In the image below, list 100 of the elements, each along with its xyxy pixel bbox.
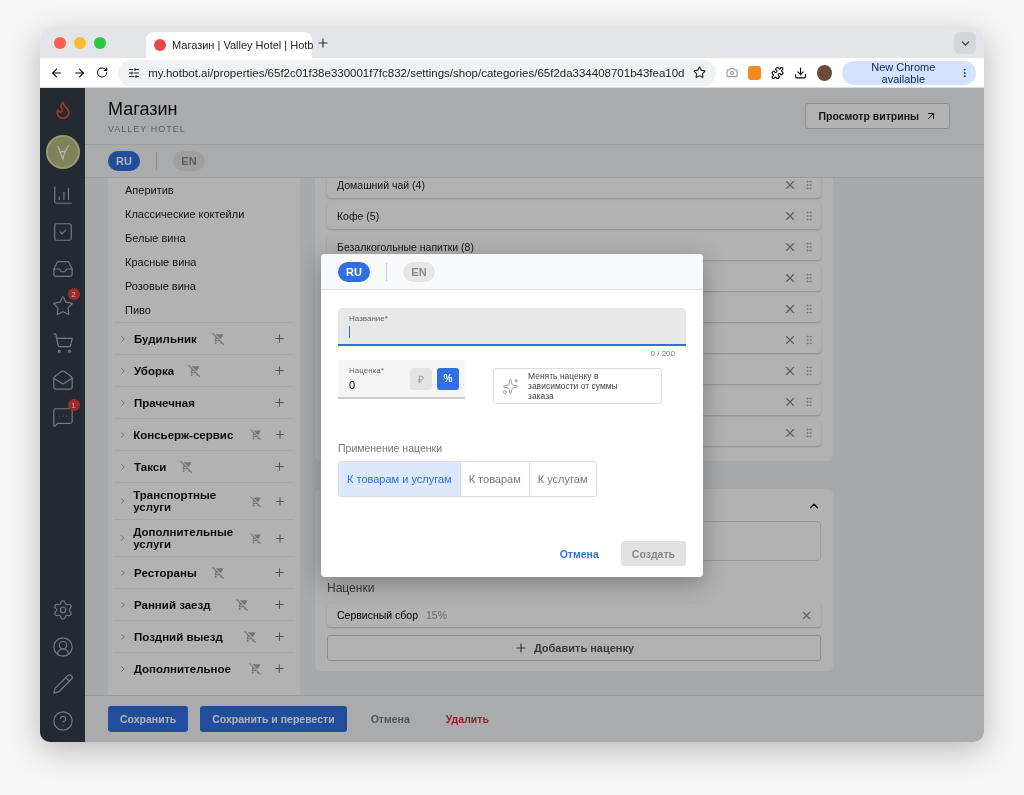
remove-icon[interactable]: [783, 271, 797, 285]
delete-button[interactable]: Удалить: [433, 706, 501, 732]
category-group[interactable]: Дополнительные услуги: [133, 526, 244, 550]
language-tab[interactable]: RU: [108, 151, 140, 171]
remove-icon[interactable]: [783, 302, 797, 316]
close-window-button[interactable]: [54, 37, 66, 49]
add-icon[interactable]: [273, 630, 286, 643]
drag-handle-icon[interactable]: [803, 365, 815, 377]
plus-icon[interactable]: [513, 641, 528, 655]
add-icon[interactable]: [273, 598, 286, 611]
expand-icon[interactable]: [118, 397, 128, 408]
camera-icon[interactable]: [725, 66, 738, 79]
expand-icon[interactable]: [118, 333, 128, 344]
remove-icon[interactable]: [783, 426, 797, 440]
add-markup-button[interactable]: Добавить наценку: [327, 635, 821, 661]
add-icon[interactable]: [274, 428, 286, 441]
category-item[interactable]: Пиво: [114, 298, 294, 322]
category-group[interactable]: Поздний выезд: [134, 630, 238, 643]
page-title: Магазин: [108, 98, 179, 120]
drag-handle-icon[interactable]: [803, 334, 815, 346]
chart-icon[interactable]: [51, 184, 74, 206]
expand-icon[interactable]: [118, 365, 128, 376]
segment-option[interactable]: К товарам и услугам: [339, 462, 460, 496]
language-tab[interactable]: RU: [338, 261, 370, 282]
category-group[interactable]: Прачечная: [134, 396, 206, 409]
expand-icon[interactable]: [118, 461, 128, 472]
category-item[interactable]: Классические коктейли: [114, 202, 294, 226]
section-title: Наценки: [327, 581, 376, 595]
browser-tab[interactable]: Магазин | Valley Hotel | Hotb: [146, 32, 312, 58]
user-icon[interactable]: [51, 636, 74, 658]
category-group[interactable]: Рестораны: [134, 566, 206, 579]
inbox-icon[interactable]: [51, 258, 74, 280]
add-icon[interactable]: [273, 460, 286, 473]
site-settings-icon[interactable]: [128, 66, 141, 79]
star-icon[interactable]: [51, 295, 74, 317]
remove-icon[interactable]: [783, 209, 797, 223]
category-item[interactable]: Белые вина: [114, 226, 294, 250]
category-group[interactable]: Транспортные услуги: [133, 489, 244, 513]
expand-icon[interactable]: [118, 599, 128, 610]
remove-icon[interactable]: [783, 364, 797, 378]
extension-icon[interactable]: [747, 65, 761, 80]
update-button[interactable]: New Chrome available: [841, 60, 976, 85]
add-icon[interactable]: [273, 364, 286, 377]
tiered-markup-toggle[interactable]: Менять наценку в зависимости от суммы заказа: [493, 368, 662, 404]
preview-button[interactable]: Просмотр витрины: [805, 103, 950, 129]
expand-icon[interactable]: [118, 567, 128, 578]
drag-handle-icon[interactable]: [803, 427, 815, 439]
download-icon[interactable]: [793, 65, 807, 80]
markup-field[interactable]: Наценка* 0 ₽ %: [338, 360, 465, 399]
bookmark-icon[interactable]: [692, 66, 706, 79]
mail-icon[interactable]: [51, 369, 74, 391]
save-button[interactable]: Сохранить: [108, 706, 189, 732]
puzzle-icon[interactable]: [770, 65, 784, 80]
cancel-button[interactable]: Отмена: [553, 546, 605, 561]
add-icon[interactable]: [273, 332, 286, 345]
category-group[interactable]: Такси: [134, 460, 174, 473]
drag-handle-icon[interactable]: [803, 179, 815, 191]
segment-option[interactable]: К услугам: [528, 462, 596, 496]
settings-icon[interactable]: [51, 599, 74, 621]
category-group[interactable]: Дополнительное: [133, 662, 243, 675]
category-group[interactable]: Консьерж-сервис: [133, 428, 244, 441]
help-icon[interactable]: [51, 710, 74, 732]
character-counter: 0 / 200: [650, 349, 675, 358]
maximize-window-button[interactable]: [94, 37, 106, 49]
external-link-icon[interactable]: [925, 110, 937, 122]
drag-handle-icon[interactable]: [803, 396, 815, 408]
expand-icon[interactable]: [118, 631, 128, 642]
cart-icon[interactable]: [51, 332, 74, 354]
remove-icon[interactable]: [783, 395, 797, 409]
notification-badge: 1: [67, 399, 80, 411]
remove-icon[interactable]: [783, 240, 797, 254]
category-group[interactable]: Уборка: [134, 364, 182, 377]
drag-handle-icon[interactable]: [803, 272, 815, 284]
category-item[interactable]: Розовые вина: [114, 274, 294, 298]
checkbox-icon[interactable]: [51, 221, 74, 243]
field-label: Применение наценки: [338, 442, 443, 454]
new-tab-icon[interactable]: [316, 36, 330, 50]
drag-handle-icon[interactable]: [803, 210, 815, 222]
save-button[interactable]: Сохранить и перевести: [200, 706, 347, 732]
add-icon[interactable]: [273, 662, 286, 675]
pencil-icon[interactable]: [51, 673, 74, 695]
reload-icon[interactable]: [96, 66, 109, 79]
name-field[interactable]: Название*: [338, 308, 686, 346]
category-group[interactable]: Ранний заезд: [134, 598, 230, 611]
drag-handle-icon[interactable]: [803, 241, 815, 253]
chat-icon[interactable]: [51, 406, 74, 428]
address-bar[interactable]: my.hotbot.ai/properties/65f2c01f38e330001f7fc832/settings/shop/categories/65f2da334408701b43fea10d: [118, 59, 716, 86]
add-icon[interactable]: [273, 396, 286, 409]
unit-button[interactable]: %: [437, 367, 459, 390]
product-category: Домашний чай (4): [337, 179, 425, 191]
add-icon[interactable]: [273, 566, 286, 579]
profile-avatar[interactable]: [816, 64, 832, 81]
category-item[interactable]: Красные вина: [114, 250, 294, 274]
drag-handle-icon[interactable]: [803, 303, 815, 315]
category-item[interactable]: Аперитив: [114, 178, 294, 202]
remove-icon[interactable]: [783, 178, 797, 192]
category-group[interactable]: Будильник: [134, 332, 206, 345]
favicon-icon: [154, 39, 166, 51]
sparkles-icon: [502, 377, 519, 395]
remove-icon[interactable]: [783, 333, 797, 347]
